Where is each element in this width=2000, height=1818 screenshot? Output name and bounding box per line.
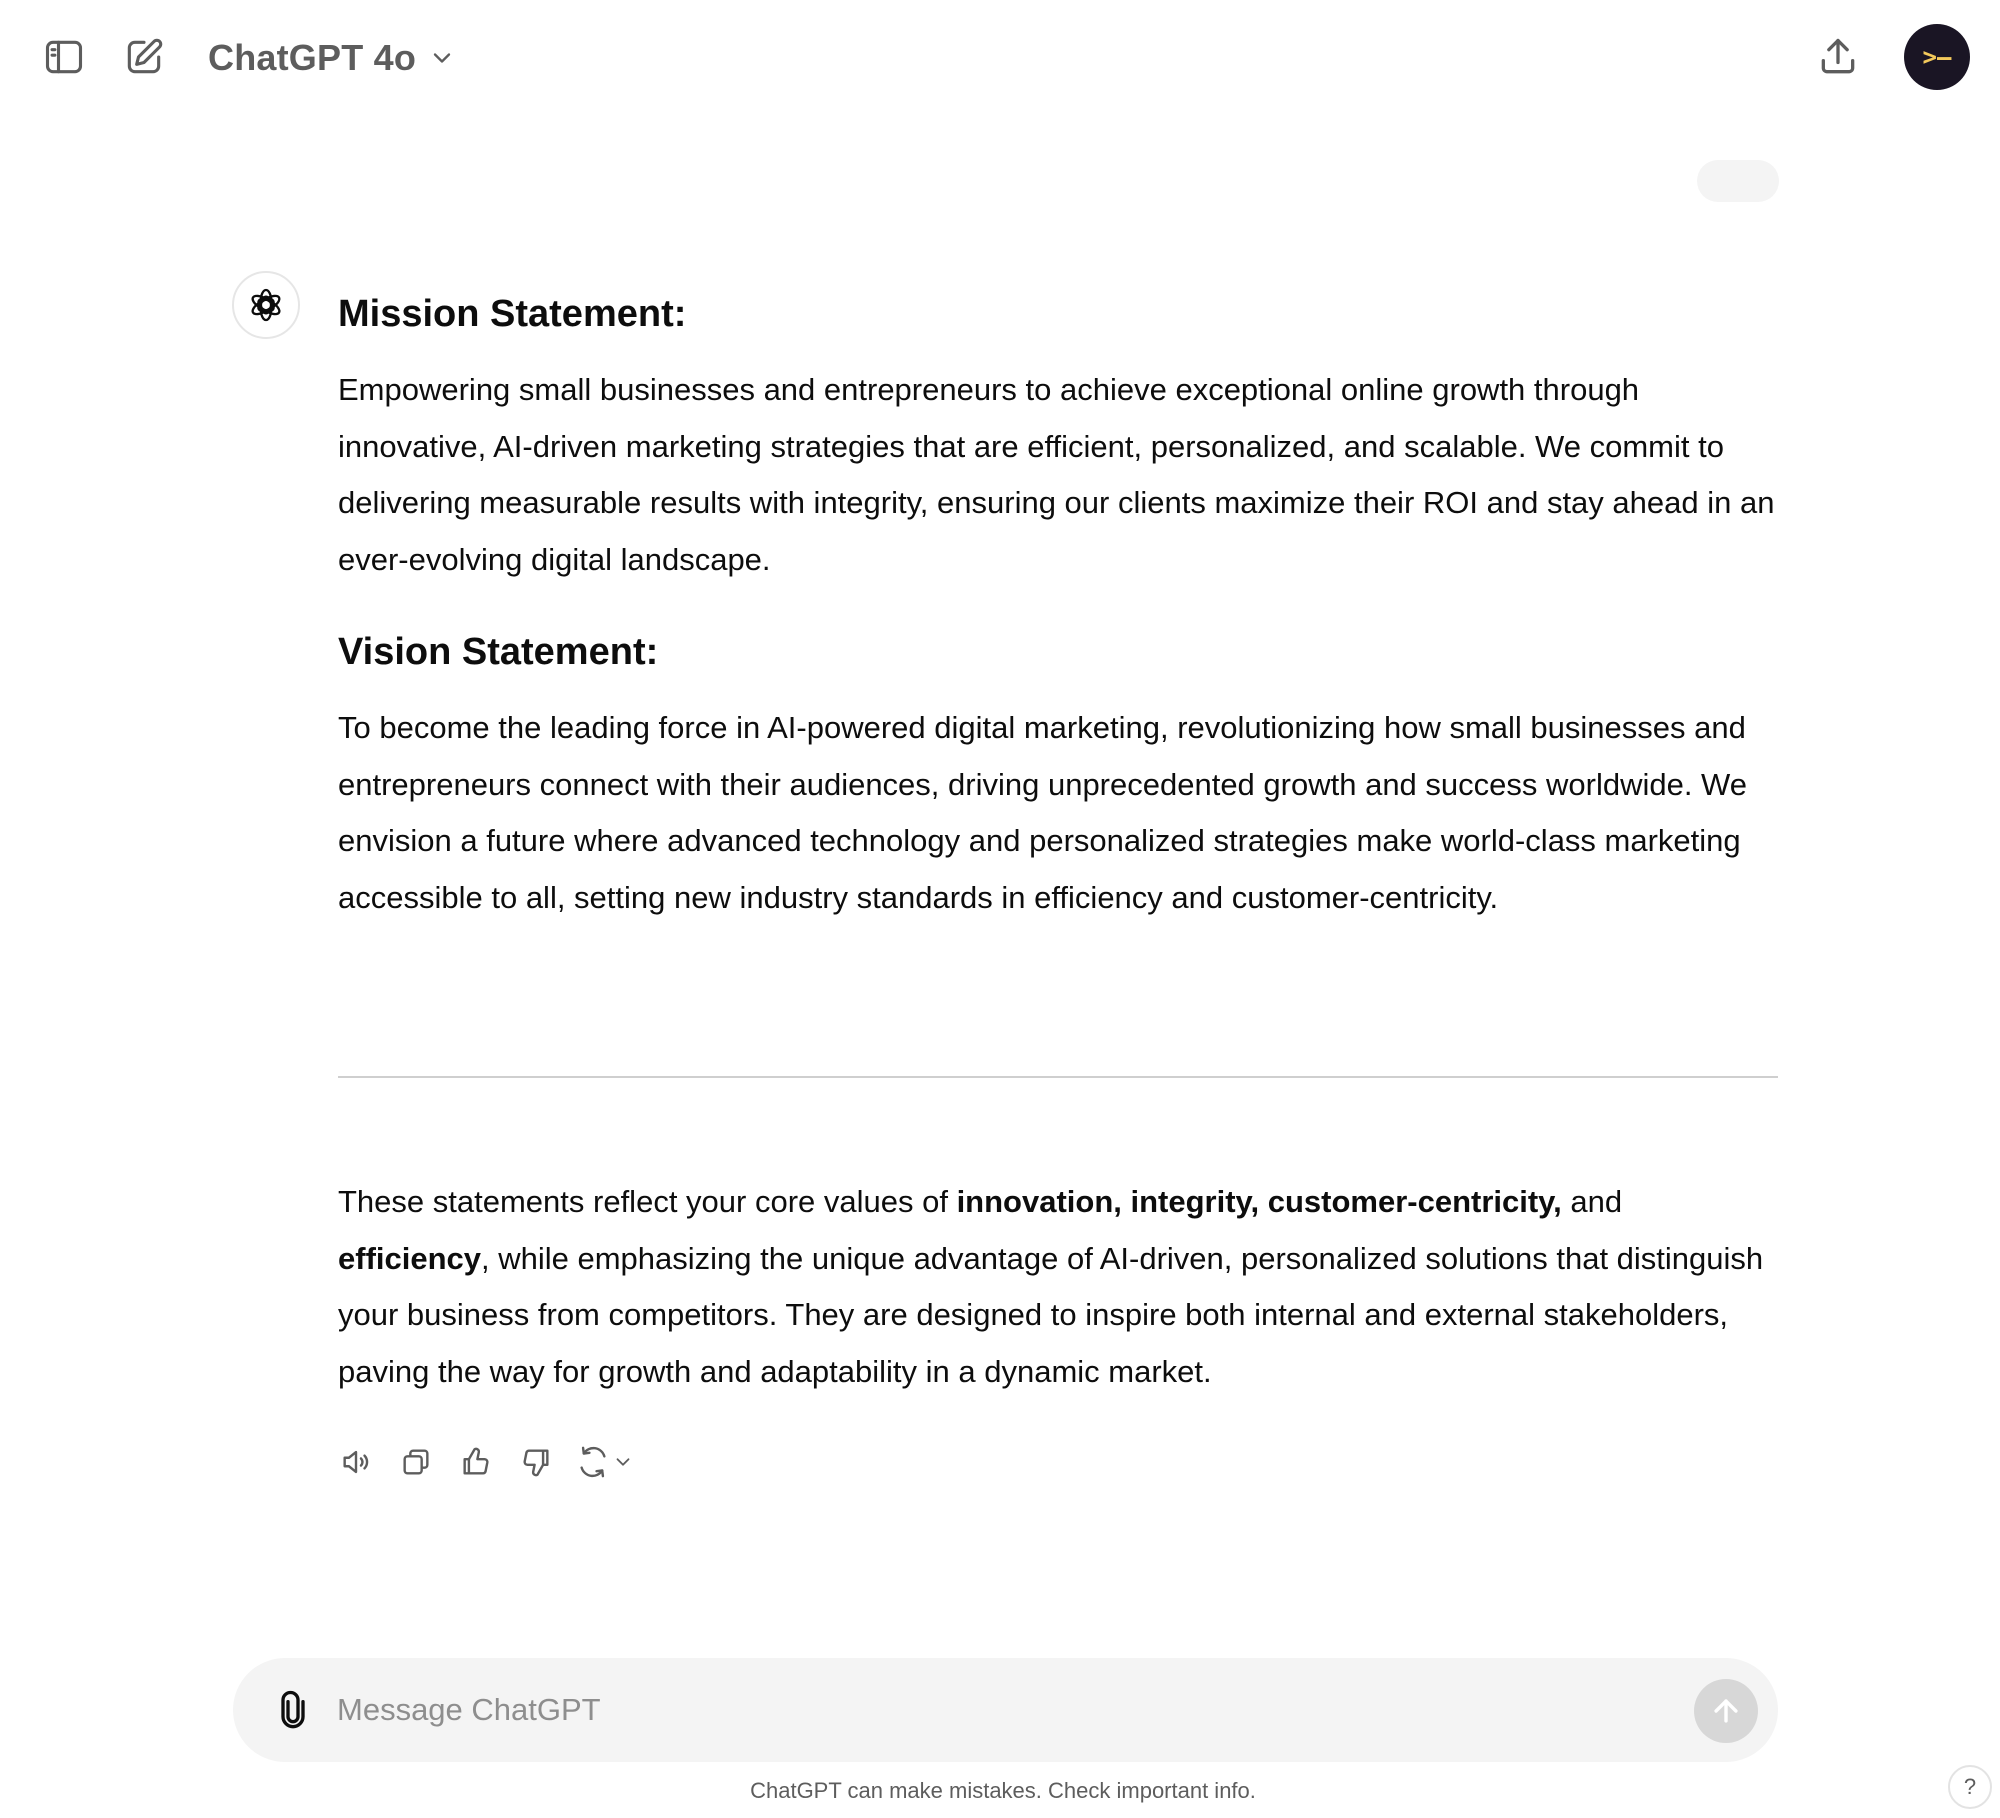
openai-logo-icon	[251, 288, 281, 322]
message-input[interactable]	[337, 1680, 1587, 1740]
copy-button[interactable]	[390, 1436, 442, 1488]
summary-prefix: These statements reflect your core value…	[338, 1184, 957, 1219]
model-switcher[interactable]: ChatGPT 4o	[196, 26, 468, 90]
vision-section: Vision Statement:	[338, 628, 1778, 676]
help-button[interactable]: ?	[1948, 1765, 1992, 1809]
arrow-up-icon	[1714, 1699, 1738, 1723]
model-name: ChatGPT 4o	[208, 37, 417, 78]
vision-body: To become the leading force in AI-powere…	[338, 700, 1778, 926]
disclaimer-text: ChatGPT can make mistakes. Check importa…	[750, 1778, 1256, 1803]
speaker-icon	[343, 1450, 369, 1474]
new-chat-button[interactable]	[112, 25, 176, 89]
thumbs-up-icon	[463, 1447, 489, 1475]
sidebar-toggle-button[interactable]	[32, 25, 96, 89]
bad-response-button[interactable]	[510, 1436, 562, 1488]
share-icon	[1821, 38, 1855, 74]
mission-text: Empowering small businesses and entrepre…	[338, 372, 1775, 577]
copy-icon	[403, 1449, 429, 1475]
section-divider	[338, 1076, 1778, 1078]
top-bar: ChatGPT 4o >–	[0, 0, 2000, 114]
send-button[interactable]	[1694, 1679, 1758, 1743]
user-avatar[interactable]: >–	[1904, 24, 1970, 90]
summary-body: These statements reflect your core value…	[338, 1174, 1778, 1400]
summary-suffix: , while emphasizing the unique advantage…	[338, 1240, 1764, 1389]
chevron-down-icon	[616, 1458, 630, 1466]
vision-text: To become the leading force in AI-powere…	[338, 710, 1748, 915]
message-composer	[233, 1658, 1778, 1762]
message-actions	[330, 1436, 640, 1488]
summary-text: These statements reflect your core value…	[338, 1174, 1778, 1400]
mission-body: Empowering small businesses and entrepre…	[338, 362, 1778, 588]
vision-heading: Vision Statement:	[338, 631, 659, 673]
summary-bold-last: efficiency	[338, 1240, 482, 1276]
chat-page: ChatGPT 4o >– Mission Statement: Empower…	[0, 0, 2000, 1818]
thumbs-down-icon	[523, 1449, 549, 1477]
paperclip-icon	[281, 1690, 305, 1729]
good-response-button[interactable]	[450, 1436, 502, 1488]
share-button[interactable]	[1806, 25, 1870, 89]
summary-bold-values: innovation, integrity, customer-centrici…	[956, 1184, 1562, 1219]
refresh-icon	[580, 1446, 606, 1478]
assistant-avatar	[232, 271, 300, 339]
mission-heading: Mission Statement:	[338, 293, 687, 335]
user-message-bubble	[1697, 160, 1779, 202]
read-aloud-button[interactable]	[330, 1436, 382, 1488]
regenerate-button[interactable]	[570, 1436, 640, 1488]
edit-icon	[127, 38, 163, 74]
attach-button[interactable]	[267, 1684, 319, 1736]
chevron-down-icon	[433, 53, 451, 63]
mission-section: Mission Statement:	[338, 290, 1778, 338]
sidebar-toggle-icon	[45, 40, 83, 74]
summary-and: and	[1561, 1184, 1623, 1219]
